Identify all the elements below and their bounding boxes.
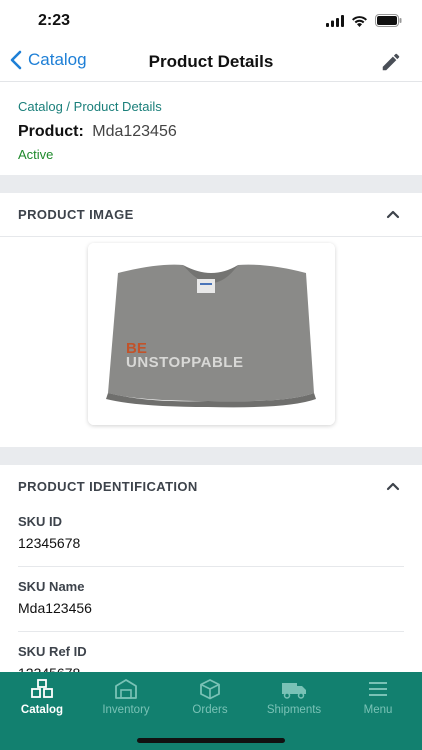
sku-id-field: SKU ID 12345678 [18,502,404,567]
field-label: SKU ID [18,514,63,529]
home-indicator [137,738,285,743]
tab-label: Menu [363,704,393,716]
field-label: SKU Ref ID [18,644,87,659]
back-button[interactable]: Catalog [10,50,87,70]
tab-inventory[interactable]: Inventory [84,678,168,716]
tab-menu[interactable]: Menu [336,678,420,716]
navigation-bar: Catalog Product Details [0,44,422,82]
chevron-up-icon[interactable] [386,479,400,493]
product-label: Product: [18,123,84,140]
product-value: Mda123456 [92,123,177,140]
back-button-label: Catalog [28,50,87,69]
product-image[interactable]: BE UNSTOPPABLE [88,243,335,425]
tab-label: Shipments [266,704,322,716]
field-value: 12345678 [18,535,81,551]
shirt-print-main: UNSTOPPABLE [126,354,243,371]
tab-label: Orders [192,704,228,716]
status-bar: 2:23 [0,0,422,44]
tab-label: Inventory [102,704,150,716]
pencil-icon [382,53,400,71]
section-divider [0,175,422,193]
section-divider [0,447,422,465]
edit-button[interactable] [380,51,402,78]
truck-icon [282,683,306,699]
tab-label: Catalog [20,704,64,716]
product-name-line: Product: Mda123456 [18,123,177,141]
menu-icon [369,682,387,696]
chevron-up-icon[interactable] [386,207,400,221]
chevron-left-icon [10,50,22,70]
warehouse-icon [115,679,137,699]
catalog-icon [31,679,53,698]
status-badge: Active [18,147,54,162]
breadcrumb[interactable]: Catalog / Product Details [18,99,162,114]
wifi-icon [352,15,367,27]
section-title: PRODUCT IMAGE [18,207,134,222]
tshirt-image: BE UNSTOPPABLE [88,243,335,425]
tab-catalog[interactable]: Catalog [0,678,84,716]
field-label: SKU Name [18,579,85,594]
signal-icon [326,14,344,27]
box-icon [200,679,220,700]
product-image-header[interactable]: PRODUCT IMAGE [0,193,422,237]
section-title: PRODUCT IDENTIFICATION [18,479,198,494]
status-time: 2:23 [38,12,71,29]
status-icons [326,14,402,27]
field-value: Mda123456 [18,600,92,616]
product-header: Catalog / Product Details Product: Mda12… [0,83,422,175]
sku-name-field: SKU Name Mda123456 [18,567,404,632]
tab-orders[interactable]: Orders [168,678,252,716]
battery-icon [375,14,402,27]
tab-shipments[interactable]: Shipments [252,678,336,716]
